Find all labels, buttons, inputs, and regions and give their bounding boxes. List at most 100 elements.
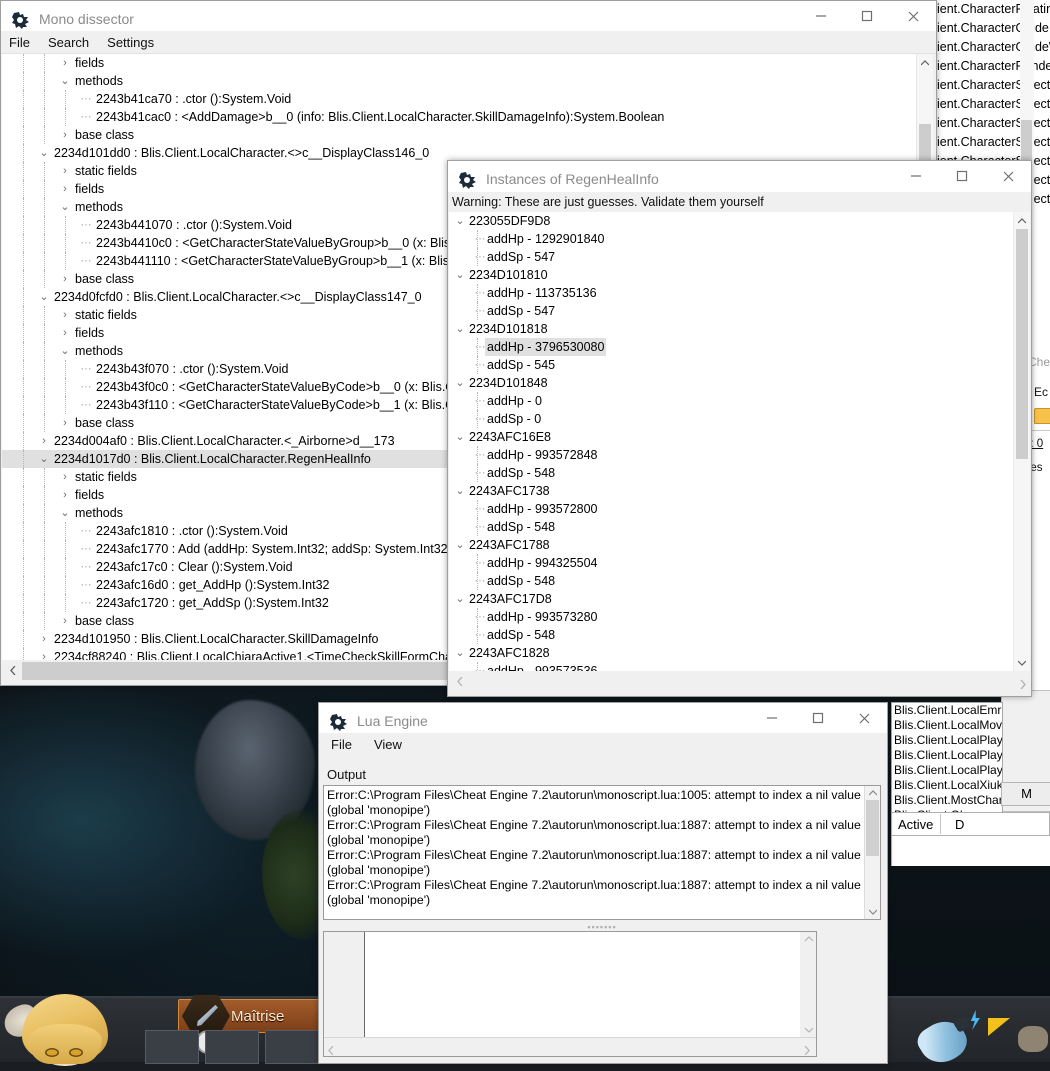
instance-field-row[interactable]: ⋯addSp - 548 [449, 518, 1030, 536]
instance-field-row[interactable]: ⋯addSp - 547 [449, 302, 1030, 320]
instance-field-row[interactable]: ⋯addSp - 548 [449, 464, 1030, 482]
chevron-right-icon[interactable]: › [58, 468, 72, 486]
scrollbar-thumb[interactable] [1016, 229, 1028, 459]
scroll-up-icon[interactable] [865, 786, 880, 800]
instances-vertical-scrollbar[interactable] [1013, 212, 1030, 671]
tree-row[interactable]: ⋯2243b41cac0 : <AddDamage>b__0 (info: Bl… [2, 108, 933, 126]
inventory-slot[interactable] [265, 1030, 319, 1064]
scroll-up-icon[interactable] [801, 932, 816, 946]
lua-engine-titlebar[interactable]: Lua Engine [319, 703, 887, 733]
instance-group-row[interactable]: ⌄2234D101810 [449, 266, 1030, 284]
editor-text-area[interactable] [365, 932, 800, 1037]
instance-field-row[interactable]: ⋯addSp - 547 [449, 248, 1030, 266]
chevron-down-icon[interactable]: ⌄ [58, 198, 72, 216]
chevron-down-icon[interactable]: ⌄ [58, 342, 72, 360]
tree-row[interactable]: ⋯2243b41ca70 : .ctor ():System.Void [2, 90, 933, 108]
chevron-right-icon[interactable]: › [37, 432, 51, 450]
chevron-down-icon[interactable]: ⌄ [453, 266, 467, 284]
chevron-down-icon[interactable]: ⌄ [453, 590, 467, 608]
scroll-down-icon[interactable] [801, 1023, 816, 1037]
instance-field-row[interactable]: ⋯addHp - 113735136 [449, 284, 1030, 302]
ce-class-item[interactable]: Blis.Client.LocalXiuk [892, 778, 1002, 793]
instance-field-row[interactable]: ⋯addHp - 3796530080 [449, 338, 1030, 356]
instance-field-row[interactable]: ⋯addSp - 0 [449, 410, 1030, 428]
minimize-button[interactable] [749, 703, 795, 733]
lua-script-editor[interactable] [323, 931, 817, 1057]
chevron-right-icon[interactable]: › [37, 648, 51, 660]
instances-horizontal-scrollbar[interactable] [449, 671, 1030, 693]
instance-group-row[interactable]: ⌄2243AFC1788 [449, 536, 1030, 554]
scroll-down-icon[interactable] [1014, 654, 1030, 671]
editor-vertical-scrollbar[interactable] [801, 932, 816, 1037]
menu-item-file[interactable]: File [9, 35, 30, 50]
instance-field-row[interactable]: ⋯addHp - 993572800 [449, 500, 1030, 518]
chevron-right-icon[interactable]: › [58, 162, 72, 180]
chevron-down-icon[interactable]: ⌄ [58, 72, 72, 90]
instances-titlebar[interactable]: Instances of RegenHealInfo [448, 161, 1031, 192]
scrollbar-thumb[interactable] [866, 800, 879, 856]
scroll-down-icon[interactable] [865, 905, 880, 919]
ce-class-item[interactable]: Blis.Client.LocalPlay [892, 748, 1002, 763]
instance-field-row[interactable]: ⋯addHp - 993573280 [449, 608, 1030, 626]
instance-group-row[interactable]: ⌄2234D101818 [449, 320, 1030, 338]
tree-row[interactable]: ›fields [2, 54, 933, 72]
menu-item-view[interactable]: View [374, 737, 402, 752]
chevron-right-icon[interactable]: › [58, 270, 72, 288]
ce-class-item[interactable]: Blis.Client.MostChar [892, 793, 1002, 808]
menu-item-settings[interactable]: Settings [107, 35, 154, 50]
chevron-right-icon[interactable]: › [58, 126, 72, 144]
instance-field-row[interactable]: ⋯addSp - 545 [449, 356, 1030, 374]
chevron-right-icon[interactable]: › [58, 612, 72, 630]
menu-item-search[interactable]: Search [48, 35, 89, 50]
chevron-down-icon[interactable]: ⌄ [37, 144, 51, 162]
lua-engine-menubar[interactable]: FileView [319, 733, 887, 755]
instance-field-row[interactable]: ⋯addSp - 548 [449, 626, 1030, 644]
maximize-button[interactable] [844, 1, 890, 31]
tree-row[interactable]: ⌄methods [2, 72, 933, 90]
close-button[interactable] [890, 1, 936, 31]
scroll-up-icon[interactable] [917, 54, 933, 71]
chevron-down-icon[interactable]: ⌄ [453, 320, 467, 338]
scrollbar-thumb[interactable] [919, 124, 931, 160]
instance-field-row[interactable]: ⋯addHp - 1292901840 [449, 230, 1030, 248]
instance-field-row[interactable]: ⋯addSp - 548 [449, 572, 1030, 590]
chevron-right-icon[interactable]: › [58, 180, 72, 198]
chevron-down-icon[interactable]: ⌄ [453, 374, 467, 392]
chevron-right-icon[interactable]: › [58, 54, 72, 72]
minimize-button[interactable] [893, 161, 939, 191]
instance-group-row[interactable]: ⌄223055DF9D8 [449, 212, 1030, 230]
scroll-left-icon[interactable] [451, 673, 468, 690]
editor-horizontal-scrollbar[interactable] [324, 1037, 816, 1056]
chevron-down-icon[interactable]: ⌄ [58, 504, 72, 522]
instance-group-row[interactable]: ⌄2234D101848 [449, 374, 1030, 392]
ce-class-item[interactable]: Blis.Client.LocalPlay [892, 763, 1002, 778]
ce-active-column-header[interactable]: Active D [891, 812, 1050, 836]
instance-field-row[interactable]: ⋯addHp - 993573536 [449, 662, 1030, 671]
tree-row[interactable]: ›base class [2, 126, 933, 144]
scroll-right-icon[interactable] [804, 1042, 810, 1060]
chevron-right-icon[interactable]: › [37, 630, 51, 648]
ce-class-item[interactable]: Blis.Client.LocalEmr [892, 703, 1002, 718]
instances-tree[interactable]: ⌄223055DF9D8⋯addHp - 1292901840⋯addSp - … [449, 212, 1030, 671]
ce-m-button[interactable]: M [1001, 782, 1050, 806]
chevron-right-icon[interactable]: › [58, 306, 72, 324]
instance-group-row[interactable]: ⌄2243AFC17D8 [449, 590, 1030, 608]
instance-group-row[interactable]: ⌄2243AFC1828 [449, 644, 1030, 662]
chevron-down-icon[interactable]: ⌄ [453, 482, 467, 500]
chevron-down-icon[interactable]: ⌄ [453, 644, 467, 662]
scroll-right-icon[interactable] [1020, 676, 1026, 694]
splitter-handle[interactable]: ▪▪▪▪▪▪▪ [323, 923, 881, 931]
close-button[interactable] [985, 161, 1031, 191]
instance-group-row[interactable]: ⌄2243AFC1738 [449, 482, 1030, 500]
maximize-button[interactable] [795, 703, 841, 733]
chevron-down-icon[interactable]: ⌄ [453, 536, 467, 554]
minimize-button[interactable] [798, 1, 844, 31]
instances-tree-rows[interactable]: ⌄223055DF9D8⋯addHp - 1292901840⋯addSp - … [449, 212, 1030, 671]
scroll-left-icon[interactable] [4, 662, 21, 679]
chevron-right-icon[interactable]: › [58, 324, 72, 342]
inventory-slot[interactable] [205, 1030, 259, 1064]
ce-class-item[interactable]: Blis.Client.LocalPlay [892, 733, 1002, 748]
folder-icon[interactable] [1034, 408, 1050, 424]
instance-field-row[interactable]: ⋯addHp - 0 [449, 392, 1030, 410]
chevron-down-icon[interactable]: ⌄ [453, 212, 467, 230]
